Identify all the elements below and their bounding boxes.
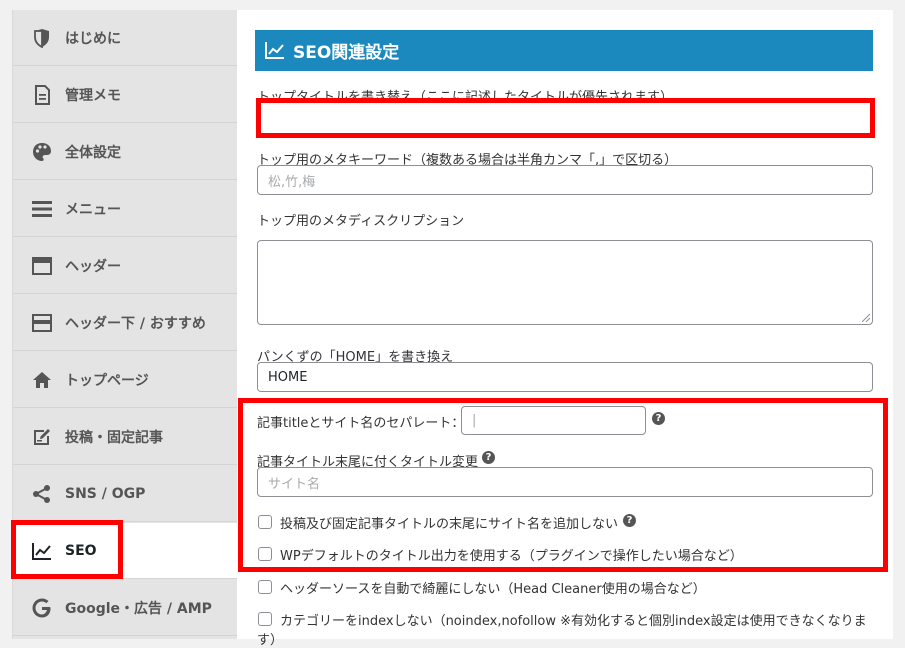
header-icon bbox=[31, 255, 53, 277]
palette-icon bbox=[31, 141, 53, 163]
checkbox-no-site-name[interactable] bbox=[258, 515, 272, 529]
settings-main-panel: SEO関連設定 トップタイトルを書き替え（ここに記述したタイトルが優先されます）… bbox=[237, 10, 893, 648]
sidebar-item-label: ヘッダー下 / おすすめ bbox=[65, 315, 206, 332]
sidebar-item-label: トップページ bbox=[65, 372, 149, 389]
menu-icon bbox=[31, 198, 53, 220]
chart-line-icon bbox=[31, 540, 53, 562]
sidebar-item-label: メニュー bbox=[65, 201, 121, 218]
checkbox-head-cleaner[interactable] bbox=[258, 580, 272, 594]
sidebar-item-sns[interactable]: SNS / OGP bbox=[13, 466, 237, 522]
title-separator-label: 記事titleとサイト名のセパレート： bbox=[257, 416, 465, 431]
sidebar-item-label: SEO bbox=[65, 542, 97, 559]
resize-handle-icon[interactable] bbox=[862, 314, 870, 322]
note-icon bbox=[31, 84, 53, 106]
checkbox-category-noindex[interactable] bbox=[258, 612, 272, 626]
meta-keywords-placeholder: 松,竹,梅 bbox=[268, 174, 316, 190]
help-icon[interactable]: ? bbox=[482, 451, 495, 464]
meta-description-label: トップ用のメタディスクリプション bbox=[257, 214, 465, 229]
title-suffix-input[interactable]: サイト名 bbox=[257, 467, 873, 497]
checkbox-wp-default-title-label: WPデフォルトのタイトル出力を使用する（プラグインで操作したい場合など） bbox=[280, 549, 743, 564]
sidebar-item-label: 投稿・固定記事 bbox=[65, 429, 163, 446]
sidebar-item-label: Google・広告 / AMP bbox=[65, 600, 212, 617]
checkbox-head-cleaner-label: ヘッダーソースを自動で綺麗にしない（Head Cleaner使用の場合など） bbox=[280, 582, 706, 597]
top-title-input[interactable] bbox=[257, 102, 873, 134]
google-icon bbox=[31, 597, 53, 619]
sidebar-item-label: はじめに bbox=[65, 30, 121, 47]
sidebar-item-label: ヘッダー bbox=[65, 258, 121, 275]
sidebar-item-label: SNS / OGP bbox=[65, 485, 146, 502]
leaf-icon bbox=[31, 27, 53, 49]
help-icon[interactable]: ? bbox=[652, 412, 665, 425]
title-suffix-placeholder: サイト名 bbox=[268, 476, 321, 492]
meta-description-textarea[interactable] bbox=[257, 240, 873, 325]
sidebar-item-top-page[interactable]: トップページ bbox=[13, 352, 237, 408]
settings-sidebar: はじめに 管理メモ 全体設定 メニュー ヘッダー ヘッダー下 / おすすめ トッ… bbox=[12, 10, 237, 639]
share-icon bbox=[31, 483, 53, 505]
sidebar-item-header[interactable]: ヘッダー bbox=[13, 238, 237, 294]
sidebar-item-seo[interactable]: SEO bbox=[13, 523, 237, 579]
home-icon bbox=[31, 369, 53, 391]
header-below-icon bbox=[31, 312, 53, 334]
checkbox-wp-default-title[interactable] bbox=[258, 547, 272, 561]
sidebar-item-menu[interactable]: メニュー bbox=[13, 181, 237, 237]
sidebar-item-intro[interactable]: はじめに bbox=[13, 10, 237, 66]
sidebar-item-google[interactable]: Google・広告 / AMP bbox=[13, 580, 237, 636]
sidebar-item-posts[interactable]: 投稿・固定記事 bbox=[13, 409, 237, 465]
meta-keywords-input[interactable]: 松,竹,梅 bbox=[257, 165, 873, 195]
edit-icon bbox=[31, 426, 53, 448]
section-header: SEO関連設定 bbox=[255, 30, 873, 71]
sidebar-item-label: 管理メモ bbox=[65, 87, 121, 104]
title-separator-input[interactable]: | bbox=[461, 406, 646, 435]
checkbox-no-site-name-label: 投稿及び固定記事タイトルの末尾にサイト名を追加しない bbox=[280, 517, 619, 532]
chart-line-icon bbox=[265, 41, 285, 61]
help-icon[interactable]: ? bbox=[623, 514, 636, 527]
sidebar-item-label: 全体設定 bbox=[65, 144, 121, 161]
checkbox-category-noindex-label: カテゴリーをindexしない（noindex,nofollow ※有効化すると個… bbox=[280, 614, 867, 629]
sidebar-item-memo[interactable]: 管理メモ bbox=[13, 67, 237, 123]
breadcrumb-home-input[interactable]: HOME bbox=[257, 362, 873, 392]
sidebar-item-general[interactable]: 全体設定 bbox=[13, 124, 237, 180]
section-title: SEO関連設定 bbox=[293, 43, 400, 63]
sidebar-item-header-below[interactable]: ヘッダー下 / おすすめ bbox=[13, 295, 237, 351]
